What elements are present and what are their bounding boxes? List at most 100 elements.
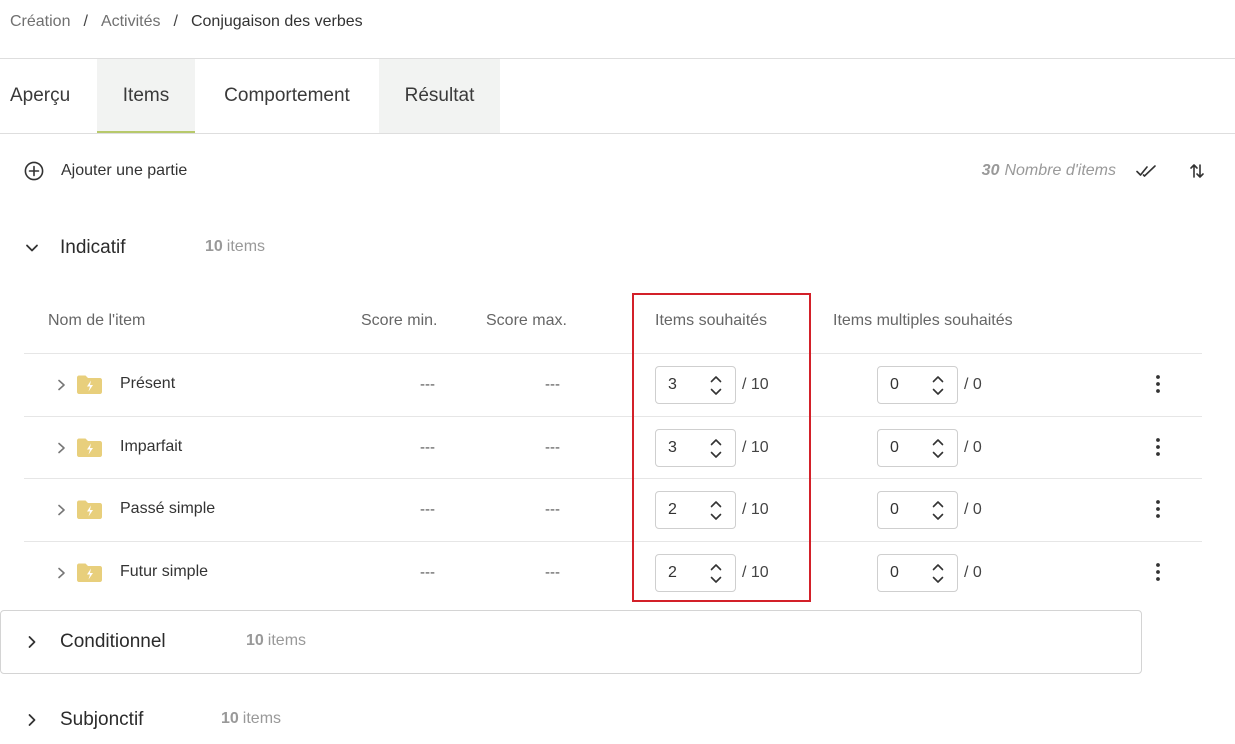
- items-wanted-value[interactable]: 2: [668, 564, 677, 582]
- items-wanted-value[interactable]: 3: [668, 376, 677, 394]
- multi-wanted-total: / 0: [964, 376, 982, 393]
- section-count: 10 items: [246, 632, 306, 650]
- items-wanted-total: / 10: [742, 564, 769, 581]
- increment-icon[interactable]: [708, 436, 724, 448]
- table-row: Futur simple --- --- 2 / 10 0 / 0: [24, 542, 1202, 605]
- folder-lightning-icon: [77, 563, 102, 582]
- folder-lightning-icon: [77, 500, 102, 519]
- multi-wanted-value[interactable]: 0: [890, 376, 899, 394]
- items-wanted-total: / 10: [742, 501, 769, 518]
- add-part-button[interactable]: Ajouter une partie: [24, 160, 187, 182]
- decrement-icon[interactable]: [930, 511, 946, 523]
- items-wanted-total: / 10: [742, 439, 769, 456]
- chevron-right-icon: [28, 714, 36, 726]
- items-total: 30 Nombre d'items: [982, 160, 1116, 182]
- items-wanted-stepper[interactable]: 3: [655, 366, 736, 404]
- section-count-value: 10: [221, 710, 239, 727]
- items-wanted-total: / 10: [742, 376, 769, 393]
- column-header-score-min: Score min.: [361, 312, 438, 329]
- multi-wanted-value[interactable]: 0: [890, 564, 899, 582]
- sort-button[interactable]: [1186, 160, 1208, 182]
- multi-wanted-stepper[interactable]: 0: [877, 366, 958, 404]
- item-name: Passé simple: [120, 500, 216, 517]
- kebab-icon[interactable]: [1154, 437, 1162, 457]
- increment-icon[interactable]: [930, 498, 946, 510]
- score-max-value: ---: [545, 376, 560, 393]
- score-max-value: ---: [545, 439, 560, 456]
- decrement-icon[interactable]: [708, 511, 724, 523]
- items-wanted-value[interactable]: 3: [668, 439, 677, 457]
- multi-wanted-value[interactable]: 0: [890, 501, 899, 519]
- section-count-label: items: [242, 710, 282, 727]
- items-total-label: Nombre d'items: [1004, 162, 1116, 179]
- validate-all-button[interactable]: [1136, 160, 1158, 182]
- increment-icon[interactable]: [708, 561, 724, 573]
- breadcrumb: Création / Activités / Conjugaison des v…: [10, 11, 363, 33]
- section-conditionnel: [0, 610, 1142, 674]
- chevron-right-icon[interactable]: [55, 503, 67, 517]
- multi-wanted-stepper[interactable]: 0: [877, 491, 958, 529]
- multi-wanted-total: / 0: [964, 501, 982, 518]
- breadcrumb-activites[interactable]: Activités: [101, 13, 161, 31]
- multi-wanted-stepper[interactable]: 0: [877, 554, 958, 592]
- item-name: Présent: [120, 375, 176, 392]
- section-count-label: items: [226, 238, 266, 255]
- decrement-icon[interactable]: [930, 574, 946, 586]
- double-check-icon: [1136, 165, 1156, 177]
- column-header-score-max: Score max.: [486, 312, 567, 329]
- column-header-multi-wanted: Items multiples souhaités: [833, 312, 1013, 329]
- kebab-icon[interactable]: [1154, 374, 1162, 394]
- items-wanted-value[interactable]: 2: [668, 501, 677, 519]
- chevron-right-icon[interactable]: [55, 378, 67, 392]
- decrement-icon[interactable]: [708, 574, 724, 586]
- multi-wanted-stepper[interactable]: 0: [877, 429, 958, 467]
- multi-wanted-total: / 0: [964, 564, 982, 581]
- tab-items[interactable]: Items: [97, 59, 195, 133]
- items-wanted-stepper[interactable]: 2: [655, 554, 736, 592]
- breadcrumb-creation[interactable]: Création: [10, 13, 70, 31]
- items-wanted-stepper[interactable]: 3: [655, 429, 736, 467]
- plus-circle-icon: [24, 161, 44, 181]
- table-row: Présent --- --- 3 / 10 0 / 0: [24, 354, 1202, 417]
- section-title: Indicatif: [60, 237, 126, 258]
- breadcrumb-current: Conjugaison des verbes: [190, 13, 363, 30]
- items-wanted-stepper[interactable]: 2: [655, 491, 736, 529]
- section-indicatif-header[interactable]: Indicatif: [0, 233, 125, 263]
- section-title: Conditionnel: [60, 631, 166, 652]
- score-min-value: ---: [420, 501, 435, 518]
- section-subjonctif-header[interactable]: Subjonctif: [0, 705, 143, 735]
- increment-icon[interactable]: [708, 498, 724, 510]
- multi-wanted-total: / 0: [964, 439, 982, 456]
- add-part-label: Ajouter une partie: [61, 162, 188, 179]
- multi-wanted-value[interactable]: 0: [890, 439, 899, 457]
- increment-icon[interactable]: [930, 373, 946, 385]
- section-conditionnel-header[interactable]: Conditionnel: [0, 627, 166, 657]
- decrement-icon[interactable]: [708, 449, 724, 461]
- kebab-icon[interactable]: [1154, 562, 1162, 582]
- decrement-icon[interactable]: [930, 449, 946, 461]
- kebab-icon[interactable]: [1154, 499, 1162, 519]
- folder-lightning-icon: [77, 438, 102, 457]
- score-max-value: ---: [545, 501, 560, 518]
- tab-resultat[interactable]: Résultat: [379, 59, 500, 133]
- increment-icon[interactable]: [930, 436, 946, 448]
- tabs-divider: [0, 133, 1235, 134]
- item-name: Futur simple: [120, 563, 209, 580]
- decrement-icon[interactable]: [930, 386, 946, 398]
- table-row: Imparfait --- --- 3 / 10 0 / 0: [24, 417, 1202, 480]
- increment-icon[interactable]: [708, 373, 724, 385]
- column-header-items-wanted: Items souhaités: [655, 312, 768, 329]
- increment-icon[interactable]: [930, 561, 946, 573]
- breadcrumb-separator: /: [173, 13, 178, 30]
- chevron-right-icon: [28, 636, 36, 648]
- sort-arrows-icon: [1190, 164, 1204, 178]
- chevron-right-icon[interactable]: [55, 441, 67, 455]
- section-count-value: 10: [246, 632, 264, 649]
- tab-comportement[interactable]: Comportement: [195, 59, 379, 133]
- section-title: Subjonctif: [60, 709, 144, 730]
- item-name: Imparfait: [120, 438, 183, 455]
- chevron-right-icon[interactable]: [55, 566, 67, 580]
- decrement-icon[interactable]: [708, 386, 724, 398]
- tab-apercu[interactable]: Aperçu: [0, 59, 97, 133]
- folder-lightning-icon: [77, 375, 102, 394]
